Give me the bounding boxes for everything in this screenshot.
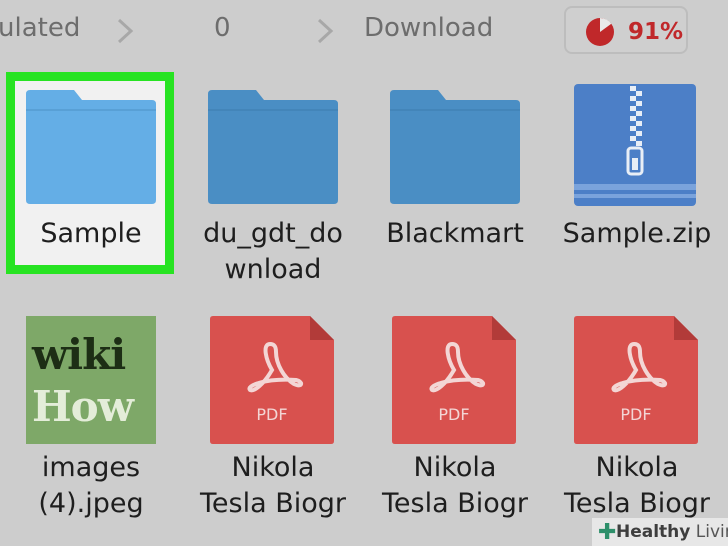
file-label: Tesla Biogr (564, 488, 710, 519)
chevron-right-icon (117, 18, 134, 44)
zip-archive-icon (574, 84, 696, 206)
file-label: Sample.zip (562, 218, 712, 249)
breadcrumb: ulated 0 Download 91% (0, 0, 728, 62)
file-item-images-jpeg[interactable]: wiki How images (4).jpeg (0, 310, 182, 520)
folder-icon (208, 90, 338, 204)
file-label: images (41, 452, 141, 483)
thumbnail-text: How (32, 382, 134, 431)
breadcrumb-item-0[interactable]: 0 (214, 13, 231, 43)
file-label: (4).jpeg (38, 488, 144, 519)
plus-icon: ✚ (598, 520, 617, 545)
folder-icon (26, 90, 156, 204)
file-item-nikola-tesla-1[interactable]: PDF Nikola Tesla Biogr (182, 310, 364, 520)
image-thumbnail: wiki How (26, 316, 156, 444)
file-label: Nikola (413, 452, 497, 483)
file-item-sample-zip[interactable]: Sample.zip (546, 80, 728, 280)
folder-icon (390, 90, 520, 204)
thumbnail-text: wiki (32, 330, 126, 379)
file-item-du-gdt-download[interactable]: du_gdt_do wnload (182, 80, 364, 290)
file-item-nikola-tesla-2[interactable]: PDF Nikola Tesla Biogr (364, 310, 546, 520)
pdf-badge: PDF (438, 405, 469, 424)
file-item-nikola-tesla-3[interactable]: PDF Nikola Tesla Biogr (546, 310, 728, 520)
file-label: Tesla Biogr (382, 488, 528, 519)
storage-usage-button[interactable]: 91% (564, 6, 688, 54)
breadcrumb-item-emulated[interactable]: ulated (0, 13, 80, 43)
storage-percent: 91% (628, 19, 684, 45)
pdf-badge: PDF (620, 405, 651, 424)
breadcrumb-item-download[interactable]: Download (364, 13, 493, 43)
file-label: wnload (224, 254, 322, 285)
file-label: Nikola (595, 452, 679, 483)
pdf-file-icon: PDF (210, 316, 334, 444)
file-label: Blackmart (386, 218, 524, 249)
chevron-right-icon (317, 18, 334, 44)
file-item-sample[interactable]: Sample (0, 80, 182, 280)
pdf-file-icon: PDF (392, 316, 516, 444)
file-label: Nikola (231, 452, 315, 483)
file-label: du_gdt_do (203, 218, 343, 249)
file-item-blackmart[interactable]: Blackmart (364, 80, 546, 280)
file-label: Tesla Biogr (200, 488, 346, 519)
file-label: Sample (40, 218, 142, 249)
watermark: ✚ Healthy Living (592, 518, 728, 546)
watermark-text: Healthy Living (616, 522, 728, 542)
pdf-file-icon: PDF (574, 316, 698, 444)
pie-chart-icon (586, 18, 614, 46)
pdf-badge: PDF (256, 405, 287, 424)
